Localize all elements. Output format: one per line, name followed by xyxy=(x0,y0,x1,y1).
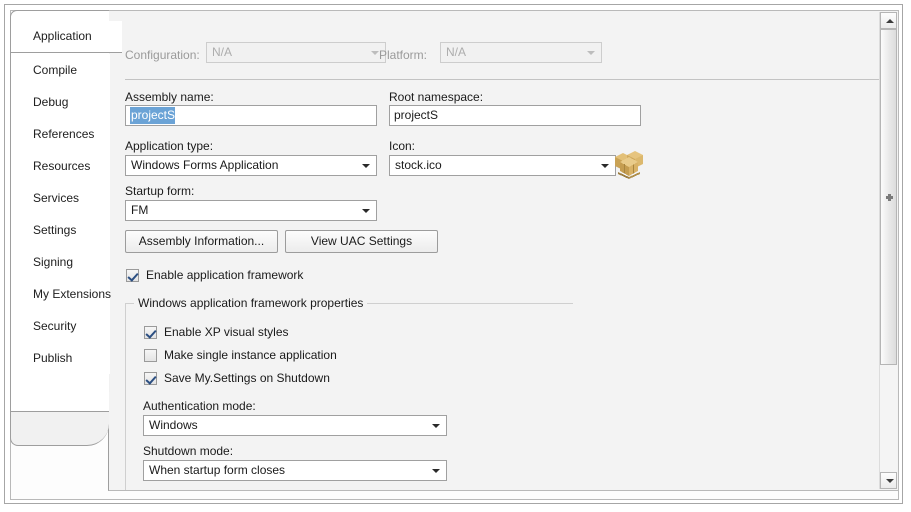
icon-label: Icon: xyxy=(389,139,416,153)
shutdown-mode-dropdown[interactable]: When startup form closes xyxy=(143,460,447,481)
startup-form-dropdown[interactable]: FM xyxy=(125,200,377,221)
shutdown-mode-value: When startup form closes xyxy=(149,463,286,477)
scroll-down-button[interactable] xyxy=(880,472,897,489)
enable-xp-visual-styles-checkbox[interactable] xyxy=(144,326,157,339)
scroll-up-button[interactable] xyxy=(880,12,897,29)
save-my-settings-checkbox[interactable] xyxy=(144,372,157,385)
framework-properties-title: Windows application framework properties xyxy=(134,296,368,310)
assembly-information-button[interactable]: Assembly Information... xyxy=(125,230,278,253)
tab-application[interactable]: Application xyxy=(11,21,122,53)
make-single-instance-checkbox[interactable] xyxy=(144,349,157,362)
enable-application-framework-checkbox[interactable] xyxy=(126,269,139,282)
platform-value: N/A xyxy=(446,45,467,59)
chevron-down-icon xyxy=(428,462,445,479)
assembly-name-value: projectS xyxy=(130,107,176,124)
chevron-down-icon xyxy=(358,202,375,219)
authentication-mode-value: Windows xyxy=(149,418,198,432)
header-divider xyxy=(125,79,881,80)
shutdown-mode-label: Shutdown mode: xyxy=(143,444,234,458)
tab-security[interactable]: Security xyxy=(11,310,110,342)
root-namespace-value: projectS xyxy=(394,108,439,122)
chevron-down-icon xyxy=(358,157,375,174)
application-type-label: Application type: xyxy=(125,139,214,153)
save-my-settings-label: Save My.Settings on Shutdown xyxy=(164,371,330,385)
application-type-value: Windows Forms Application xyxy=(131,158,279,172)
stacked-boxes-icon xyxy=(612,145,646,179)
scrollbar-track[interactable] xyxy=(880,29,897,472)
assembly-name-label: Assembly name: xyxy=(125,90,214,104)
platform-label: Platform: xyxy=(379,48,428,62)
root-namespace-input[interactable]: projectS xyxy=(389,105,641,126)
configuration-value: N/A xyxy=(212,45,233,59)
scrollbar-thumb[interactable] xyxy=(880,29,897,365)
platform-dropdown[interactable]: N/A xyxy=(440,42,602,63)
configuration-dropdown[interactable]: N/A xyxy=(206,42,386,63)
settings-tabstrip: Application Compile Debug References Res… xyxy=(10,10,122,412)
triangle-up-icon xyxy=(886,19,894,23)
tab-debug[interactable]: Debug xyxy=(11,86,110,118)
vertical-scrollbar[interactable] xyxy=(879,12,897,489)
authentication-mode-dropdown[interactable]: Windows xyxy=(143,415,447,436)
tab-my-extensions[interactable]: My Extensions xyxy=(11,278,111,310)
tab-publish[interactable]: Publish xyxy=(11,342,110,374)
application-settings-pane: Configuration: N/A Platform: N/A Assembl… xyxy=(108,10,899,491)
grip-icon xyxy=(886,194,893,201)
chevron-down-icon xyxy=(428,417,445,434)
configuration-label: Configuration: xyxy=(125,48,200,62)
authentication-mode-label: Authentication mode: xyxy=(143,399,256,413)
enable-application-framework-label: Enable application framework xyxy=(146,268,304,282)
tab-resources[interactable]: Resources xyxy=(11,150,110,182)
startup-form-value: FM xyxy=(131,203,149,217)
icon-value: stock.ico xyxy=(395,158,442,172)
assembly-name-input[interactable]: projectS xyxy=(125,105,377,126)
tab-compile[interactable]: Compile xyxy=(11,54,110,86)
tab-references[interactable]: References xyxy=(11,118,110,150)
triangle-down-icon xyxy=(886,479,894,483)
enable-xp-visual-styles-label: Enable XP visual styles xyxy=(164,325,289,339)
make-single-instance-label: Make single instance application xyxy=(164,348,337,362)
application-type-dropdown[interactable]: Windows Forms Application xyxy=(125,155,377,176)
framework-properties-group: Windows application framework properties… xyxy=(125,296,573,490)
startup-form-label: Startup form: xyxy=(125,184,195,198)
tab-signing[interactable]: Signing xyxy=(11,246,110,278)
tab-settings[interactable]: Settings xyxy=(11,214,110,246)
chevron-down-icon xyxy=(583,44,600,61)
root-namespace-label: Root namespace: xyxy=(389,90,484,104)
view-uac-settings-button[interactable]: View UAC Settings xyxy=(285,230,438,253)
tab-services[interactable]: Services xyxy=(11,182,110,214)
icon-dropdown[interactable]: stock.ico xyxy=(389,155,616,176)
